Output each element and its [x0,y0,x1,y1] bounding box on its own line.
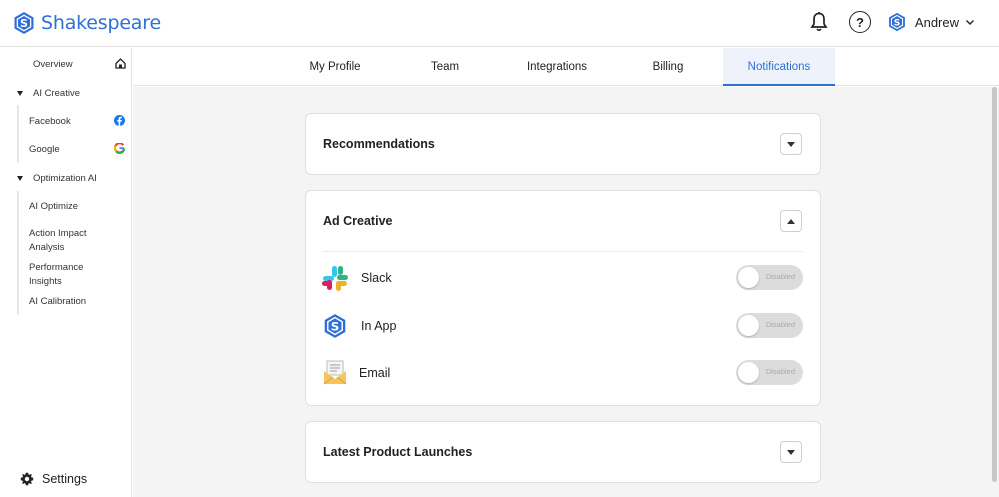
section-ad-creative: Ad Creative Slack Disabled S In App Disa… [305,190,821,406]
shakespeare-logo-icon: S [14,12,34,34]
slack-icon [322,266,348,291]
svg-text:S: S [20,17,28,30]
shakespeare-app-icon: S [324,314,346,338]
email-toggle-switch[interactable]: Disabled [736,360,803,385]
caret-down-icon [17,175,23,181]
user-avatar-icon[interactable]: S [887,12,907,32]
gear-icon [20,472,34,486]
sidebar-item-label: Performance Insights [29,262,84,287]
section-title: Recommendations [323,137,435,151]
sidebar: Overview AI Creative Facebook Google Opt… [0,48,132,497]
channel-label: In App [361,319,397,333]
scrollbar[interactable] [992,87,997,482]
in-app-toggle-switch[interactable]: Disabled [736,313,803,338]
caret-down-icon [787,449,795,455]
sidebar-item-action-impact-analysis[interactable]: Action Impact Analysis [29,227,109,255]
expand-button[interactable] [780,133,802,155]
switch-status: Disabled [765,320,795,329]
sidebar-item-label: Overview [33,59,73,70]
tab-integrations[interactable]: Integrations [510,48,604,86]
section-divider [323,251,803,252]
sidebar-item-label: Settings [42,472,88,486]
caret-down-icon [17,90,23,96]
google-icon [114,143,125,154]
facebook-icon [114,115,125,126]
collapse-button[interactable] [780,210,802,232]
home-icon [115,58,126,69]
sidebar-item-settings[interactable]: Settings [20,472,87,486]
tab-notifications[interactable]: Notifications [723,48,835,86]
top-header: S Shakespeare ? S Andrew [0,0,999,47]
sidebar-item-overview[interactable]: Overview [33,59,73,70]
sidebar-item-label: Facebook [29,116,71,127]
sidebar-group-label: Optimization AI [33,173,97,184]
group-indent-bar [17,105,19,163]
notification-row-slack: Slack Disabled [322,263,803,293]
channel-label: Slack [361,271,392,285]
group-indent-bar [17,191,19,315]
sidebar-item-ai-optimize[interactable]: AI Optimize [29,201,78,212]
notification-row-in-app: S In App Disabled [322,311,803,341]
caret-up-icon [787,218,795,224]
sidebar-item-ai-calibration[interactable]: AI Calibration [29,296,86,307]
brand-logo[interactable]: S Shakespeare [12,11,161,35]
sidebar-group-ai-creative[interactable]: AI Creative [17,88,80,99]
switch-knob [738,267,759,288]
settings-tabs: My Profile Team Integrations Billing Not… [133,48,999,86]
tab-team[interactable]: Team [398,48,492,86]
help-icon[interactable]: ? [848,11,871,33]
section-title: Latest Product Launches [323,445,473,459]
slack-toggle-switch[interactable]: Disabled [736,265,803,290]
user-name[interactable]: Andrew [915,15,959,30]
section-recommendations: Recommendations [305,113,821,175]
svg-text:S: S [331,319,340,333]
switch-status: Disabled [765,272,795,281]
sidebar-item-facebook[interactable]: Facebook [29,116,71,127]
sidebar-group-label: AI Creative [33,88,80,99]
bell-icon[interactable] [809,11,829,33]
caret-down-icon [787,141,795,147]
section-title: Ad Creative [323,214,393,228]
tab-my-profile[interactable]: My Profile [288,48,382,86]
main-content: Recommendations Ad Creative Slack Disabl… [133,87,999,497]
sidebar-item-label: AI Optimize [29,201,79,212]
section-latest-product-launches: Latest Product Launches [305,421,821,483]
sidebar-item-label: AI Calibration [29,296,87,307]
sidebar-item-label: Google [29,144,60,155]
switch-knob [738,315,759,336]
sidebar-group-optimization-ai[interactable]: Optimization AI [17,173,97,184]
tab-billing[interactable]: Billing [621,48,715,86]
sidebar-item-google[interactable]: Google [29,144,60,155]
email-envelope-icon [323,360,347,385]
svg-text:S: S [894,17,901,28]
chevron-down-icon[interactable] [965,17,975,27]
sidebar-item-label: Action Impact Analysis [29,228,87,253]
channel-label: Email [359,366,391,380]
brand-name: Shakespeare [41,12,161,34]
sidebar-item-performance-insights[interactable]: Performance Insights [29,261,99,289]
expand-button[interactable] [780,441,802,463]
notification-row-email: Email Disabled [322,358,803,388]
switch-status: Disabled [765,367,795,376]
switch-knob [738,362,759,383]
